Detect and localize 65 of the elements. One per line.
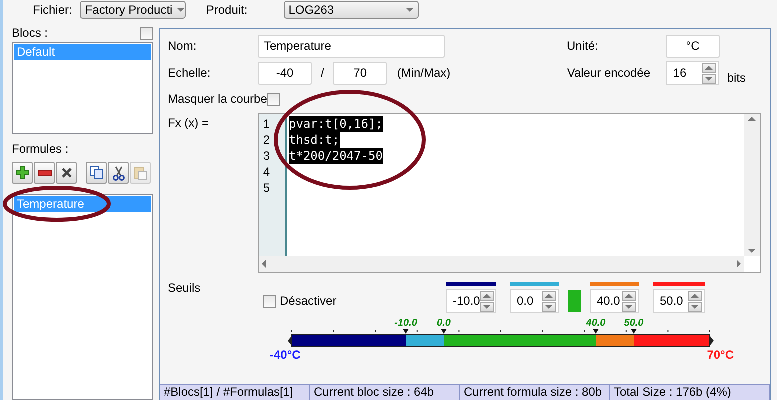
delete-icon	[62, 168, 72, 178]
line-number: 5	[263, 180, 270, 196]
spin-down-button[interactable]	[542, 302, 556, 312]
add-button[interactable]	[12, 162, 33, 184]
product-label: Produit:	[206, 3, 248, 17]
separator-text: /	[321, 66, 324, 80]
paste-icon	[134, 166, 148, 180]
bits-label: bits	[727, 71, 746, 85]
spin-down-button[interactable]	[622, 302, 636, 312]
code-editor[interactable]: 1 2 3 4 5 pvar:t[0,16]; thsd:t; t*200/2047-50	[258, 113, 761, 273]
line-number: 2	[263, 132, 270, 148]
fx-label: Fx (x) =	[168, 116, 210, 130]
color-scale-drawing: -10.0 0.0 40.0 50.0	[286, 315, 716, 349]
remove-button[interactable]	[34, 162, 55, 184]
number-spinner[interactable]: 40.0	[590, 289, 639, 313]
number-spinner[interactable]: 0.0	[510, 289, 559, 313]
plus-icon	[16, 166, 30, 180]
spin-up-button[interactable]	[688, 290, 702, 300]
spin-down-button[interactable]	[480, 302, 494, 312]
blocs-checkbox[interactable]	[140, 26, 153, 40]
blocs-label: Blocs :	[12, 26, 48, 40]
vertical-scrollbar[interactable]	[744, 114, 760, 256]
file-dropdown[interactable]: Factory Producti	[80, 1, 186, 19]
scale-max-label: 70°C	[707, 349, 734, 362]
disable-checkbox[interactable]	[263, 294, 276, 308]
scale-max-field[interactable]: 70	[333, 62, 388, 84]
minus-icon	[38, 170, 52, 176]
status-text: #Blocs[1] / #Formulas[1]	[160, 385, 310, 400]
spin-up-button[interactable]	[542, 290, 556, 300]
file-label: Fichier:	[33, 3, 72, 17]
hide-curve-label: Masquer la courbe	[168, 92, 268, 106]
product-dropdown[interactable]: LOG263	[284, 1, 419, 19]
status-text: Current bloc size : 64b	[310, 385, 460, 400]
spin-up-button[interactable]	[622, 290, 636, 300]
hide-curve-checkbox[interactable]	[267, 92, 280, 106]
spin-up-button[interactable]	[480, 290, 494, 300]
number-spinner[interactable]: 16	[666, 61, 720, 85]
delete-button[interactable]	[56, 162, 77, 184]
scale-label: Echelle:	[168, 66, 212, 80]
cut-button[interactable]	[108, 162, 129, 184]
name-field[interactable]: Temperature	[258, 34, 445, 58]
copy-button[interactable]	[86, 162, 107, 184]
thresholds-label: Seuils	[168, 281, 202, 295]
status-text: Current formula size : 80b	[460, 385, 610, 400]
scissors-icon	[112, 166, 124, 180]
spin-down-button[interactable]	[702, 74, 716, 84]
scale-min-field[interactable]: -40	[258, 62, 312, 84]
min-max-hint: (Min/Max)	[397, 66, 452, 80]
horizontal-scrollbar[interactable]	[259, 256, 744, 272]
spin-down-button[interactable]	[688, 302, 702, 312]
number-spinner[interactable]: -10.0	[446, 289, 496, 313]
unit-label: Unité:	[567, 39, 600, 53]
spin-up-button[interactable]	[702, 62, 716, 72]
copy-icon	[90, 166, 104, 180]
status-text: Total Size : 176b (4%)	[610, 385, 770, 400]
line-number: 1	[263, 116, 270, 132]
name-label: Nom:	[168, 39, 198, 53]
line-number: 3	[263, 148, 270, 164]
scale-min-label: -40°C	[270, 349, 301, 362]
encoded-value-label: Valeur encodée	[567, 66, 652, 80]
disable-label: Désactiver	[280, 294, 337, 308]
number-spinner[interactable]: 50.0	[653, 289, 705, 313]
formules-label: Formules :	[12, 142, 69, 156]
unit-field[interactable]: °C	[666, 34, 720, 58]
line-number: 4	[263, 164, 270, 180]
